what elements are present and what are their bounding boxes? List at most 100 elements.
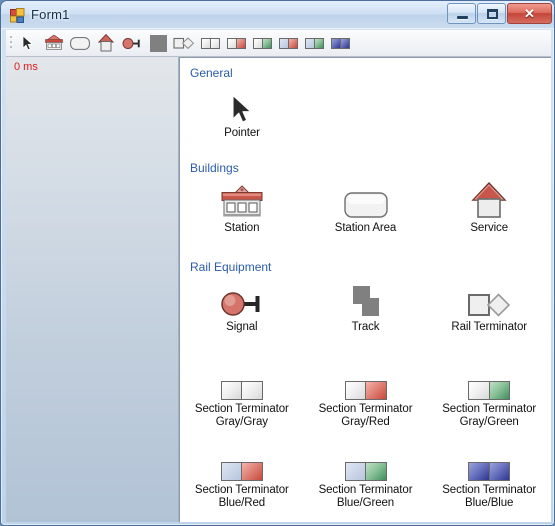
palette-item-sublabel: Gray/Green (459, 416, 519, 428)
section-terminator-icon (344, 381, 387, 400)
palette-item-rail-terminator[interactable]: Rail Terminator (427, 278, 551, 334)
palette-item-service[interactable]: Service (427, 179, 551, 235)
toolbar-button-signal[interactable] (119, 31, 145, 55)
rail-terminator-icon (173, 37, 195, 50)
toolbar-button-section-terminator-blue-blue[interactable] (327, 31, 353, 55)
palette-item-label: Service (470, 222, 508, 234)
toolbar-button-section-terminator-blue-green[interactable] (301, 31, 327, 55)
palette-item-station-area[interactable]: Station Area (304, 179, 428, 235)
toolbar (6, 30, 551, 57)
close-button[interactable]: ✕ (507, 3, 552, 24)
palette-item-label: Section Terminator (194, 484, 289, 496)
maximize-icon (487, 9, 498, 19)
station-icon (219, 179, 265, 219)
palette-item-section-terminator-gray-green[interactable]: Section Terminator Gray/Green (427, 360, 551, 429)
palette-item-signal[interactable]: Signal (180, 278, 304, 334)
service-icon (98, 34, 114, 52)
toolbar-button-section-terminator-blue-red[interactable] (275, 31, 301, 55)
section-terminator-icon (468, 381, 511, 400)
palette-item-track[interactable]: Track (304, 278, 428, 334)
station-area-icon (343, 179, 388, 219)
palette-item-label: Section Terminator (318, 484, 413, 496)
palette-item-pointer[interactable]: Pointer (180, 84, 304, 140)
toolbar-button-station[interactable] (41, 31, 67, 55)
palette-item-section-terminator-blue-red[interactable]: Section Terminator Blue/Red (180, 441, 304, 510)
palette-item-label: Rail Terminator (451, 321, 527, 333)
maximize-button[interactable] (477, 3, 506, 24)
palette-row: Signal Track Rail Terminator (180, 278, 551, 334)
section-terminator-icon (220, 381, 263, 400)
section-terminator-icon (468, 462, 511, 481)
track-icon (346, 278, 386, 318)
palette-item-label: Section Terminator (318, 403, 413, 415)
palette-item-sublabel: Gray/Gray (215, 416, 268, 428)
palette-group-rail-equipment: Rail Equipment Signal Track Rail Termina… (180, 260, 551, 509)
group-header: General (190, 66, 539, 82)
palette-item-station[interactable]: Station (180, 179, 304, 235)
section-terminator-icon (252, 37, 272, 49)
group-title: General (190, 66, 240, 80)
winforms-icon (10, 8, 25, 23)
toolbar-button-section-terminator-gray-red[interactable] (223, 31, 249, 55)
service-icon (469, 179, 509, 219)
title-bar[interactable]: Form1 ✕ (1, 1, 554, 29)
window-title: Form1 (31, 7, 70, 22)
station-icon (45, 35, 63, 50)
palette-item-label: Signal (226, 321, 258, 333)
minimize-icon (457, 16, 468, 19)
toolbar-button-pointer[interactable] (15, 31, 41, 55)
palette-item-section-terminator-blue-green[interactable]: Section Terminator Blue/Green (304, 441, 428, 510)
palette-item-section-terminator-blue-blue[interactable]: Section Terminator Blue/Blue (427, 441, 551, 510)
palette-item-label: Station Area (334, 222, 397, 234)
section-terminator-icon (200, 37, 220, 49)
palette-item-sublabel: Gray/Red (341, 416, 390, 428)
group-header: Rail Equipment (190, 260, 539, 276)
palette-group-buildings: Buildings Station Station Area Service (180, 161, 551, 234)
application-window: Form1 ✕ 0 ms General Pointer Buildings S… (0, 0, 555, 526)
palette-item-sublabel: Blue/Red (218, 497, 266, 509)
palette-row: Pointer (180, 84, 551, 140)
section-terminator-icon (278, 37, 298, 49)
toolbar-grip[interactable] (6, 30, 15, 56)
palette-row: Station Station Area Service (180, 179, 551, 235)
station-area-icon (70, 36, 90, 50)
palette-item-section-terminator-gray-gray[interactable]: Section Terminator Gray/Gray (180, 360, 304, 429)
window-controls: ✕ (447, 3, 552, 25)
palette-item-label: Track (351, 321, 380, 333)
close-icon: ✕ (524, 6, 535, 21)
palette-item-label: Section Terminator (442, 484, 537, 496)
group-divider (190, 74, 539, 75)
palette-item-label: Section Terminator (442, 403, 537, 415)
toolbar-button-section-terminator-gray-gray[interactable] (197, 31, 223, 55)
signal-icon (219, 278, 265, 318)
pointer-icon (231, 84, 253, 124)
palette-row: Section Terminator Gray/Gray Section Ter… (180, 360, 551, 429)
rail-terminator-icon (465, 278, 513, 318)
track-icon (149, 34, 167, 52)
toolbar-button-station-area[interactable] (67, 31, 93, 55)
section-terminator-icon (344, 462, 387, 481)
palette-item-label: Station (224, 222, 260, 234)
toolbar-button-rail-terminator[interactable] (171, 31, 197, 55)
palette-group-general: General Pointer (180, 66, 551, 139)
group-title: Buildings (190, 161, 246, 175)
palette-item-section-terminator-gray-red[interactable]: Section Terminator Gray/Red (304, 360, 428, 429)
timer-label: 0 ms (14, 61, 38, 73)
minimize-button[interactable] (447, 3, 476, 24)
group-header: Buildings (190, 161, 539, 177)
palette-item-label: Pointer (224, 127, 260, 139)
section-terminator-icon (226, 37, 246, 49)
toolbar-button-service[interactable] (93, 31, 119, 55)
section-terminator-icon (304, 37, 324, 49)
design-canvas-pane[interactable]: 0 ms (6, 57, 179, 522)
palette-item-label: Section Terminator (194, 403, 289, 415)
signal-icon (122, 37, 140, 49)
group-title: Rail Equipment (190, 260, 279, 274)
palette-item-sublabel: Blue/Blue (465, 497, 514, 509)
palette-item-sublabel: Blue/Green (336, 497, 395, 509)
toolbox-pane: General Pointer Buildings Station Statio… (179, 57, 551, 522)
toolbar-button-section-terminator-gray-green[interactable] (249, 31, 275, 55)
section-terminator-icon (220, 462, 263, 481)
toolbar-button-track[interactable] (145, 31, 171, 55)
pointer-icon (22, 35, 34, 51)
